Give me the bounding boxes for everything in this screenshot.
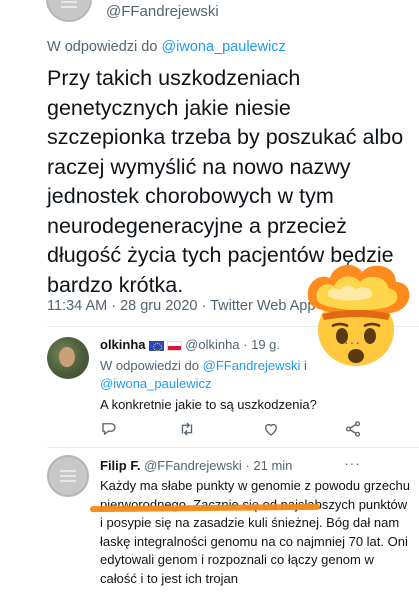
reply-icon[interactable]	[100, 420, 118, 438]
reply2-text: Każdy ma słabe punkty w genomie z powodu…	[100, 478, 411, 586]
like-icon[interactable]	[262, 420, 280, 438]
reply1-handle[interactable]: @olkinha	[185, 337, 239, 352]
reply1-reply-mid: i	[300, 358, 307, 373]
main-reply-context: W odpowiedzi do @iwona_paulewicz	[47, 39, 286, 55]
reply1-mention-2[interactable]: @iwona_paulewicz	[100, 376, 211, 391]
reply1-mention-1[interactable]: @FFandrejewski	[203, 358, 301, 373]
reply2-handle[interactable]: @FFandrejewski	[144, 458, 242, 473]
more-icon[interactable]: ···	[344, 334, 361, 350]
pl-flag-icon	[166, 340, 182, 351]
reply1-header: olkinha @olkinha · 19 g.	[100, 337, 280, 352]
reply1-avatar[interactable]	[47, 337, 89, 379]
divider	[47, 447, 419, 448]
reply1-text: A konkretnie jakie to są uszkodzenia?	[100, 397, 317, 412]
reply-prefix: W odpowiedzi do	[47, 39, 162, 55]
reply1-reply-prefix: W odpowiedzi do	[100, 358, 203, 373]
top-author-row: @FFandrejewski	[0, 0, 419, 30]
reply1-actions	[100, 420, 370, 438]
tweet-screenshot: @FFandrejewski W odpowiedzi do @iwona_pa…	[0, 0, 419, 600]
reply2-header: Filip F. @FFandrejewski · 21 min	[100, 458, 292, 473]
reply1-reply-context: W odpowiedzi do @FFandrejewski i @iwona_…	[100, 357, 400, 393]
author-handle[interactable]: @FFandrejewski	[106, 3, 219, 20]
reply1-time[interactable]: · 19 g.	[243, 337, 280, 352]
tweet-meta: 11:34 AM · 28 gru 2020 · Twitter Web App	[47, 298, 316, 314]
reply-mention-link[interactable]: @iwona_paulewicz	[161, 39, 285, 55]
reply1-name[interactable]: olkinha	[100, 337, 146, 352]
author-avatar[interactable]	[46, 0, 92, 22]
retweet-icon[interactable]	[178, 420, 196, 438]
share-icon[interactable]	[344, 420, 362, 438]
more-icon[interactable]: ···	[344, 455, 361, 471]
reply2-avatar[interactable]	[47, 455, 89, 497]
reply2-name[interactable]: Filip F.	[100, 458, 140, 473]
reply2-time[interactable]: · 21 min	[245, 458, 292, 473]
eu-flag-icon	[148, 340, 164, 351]
